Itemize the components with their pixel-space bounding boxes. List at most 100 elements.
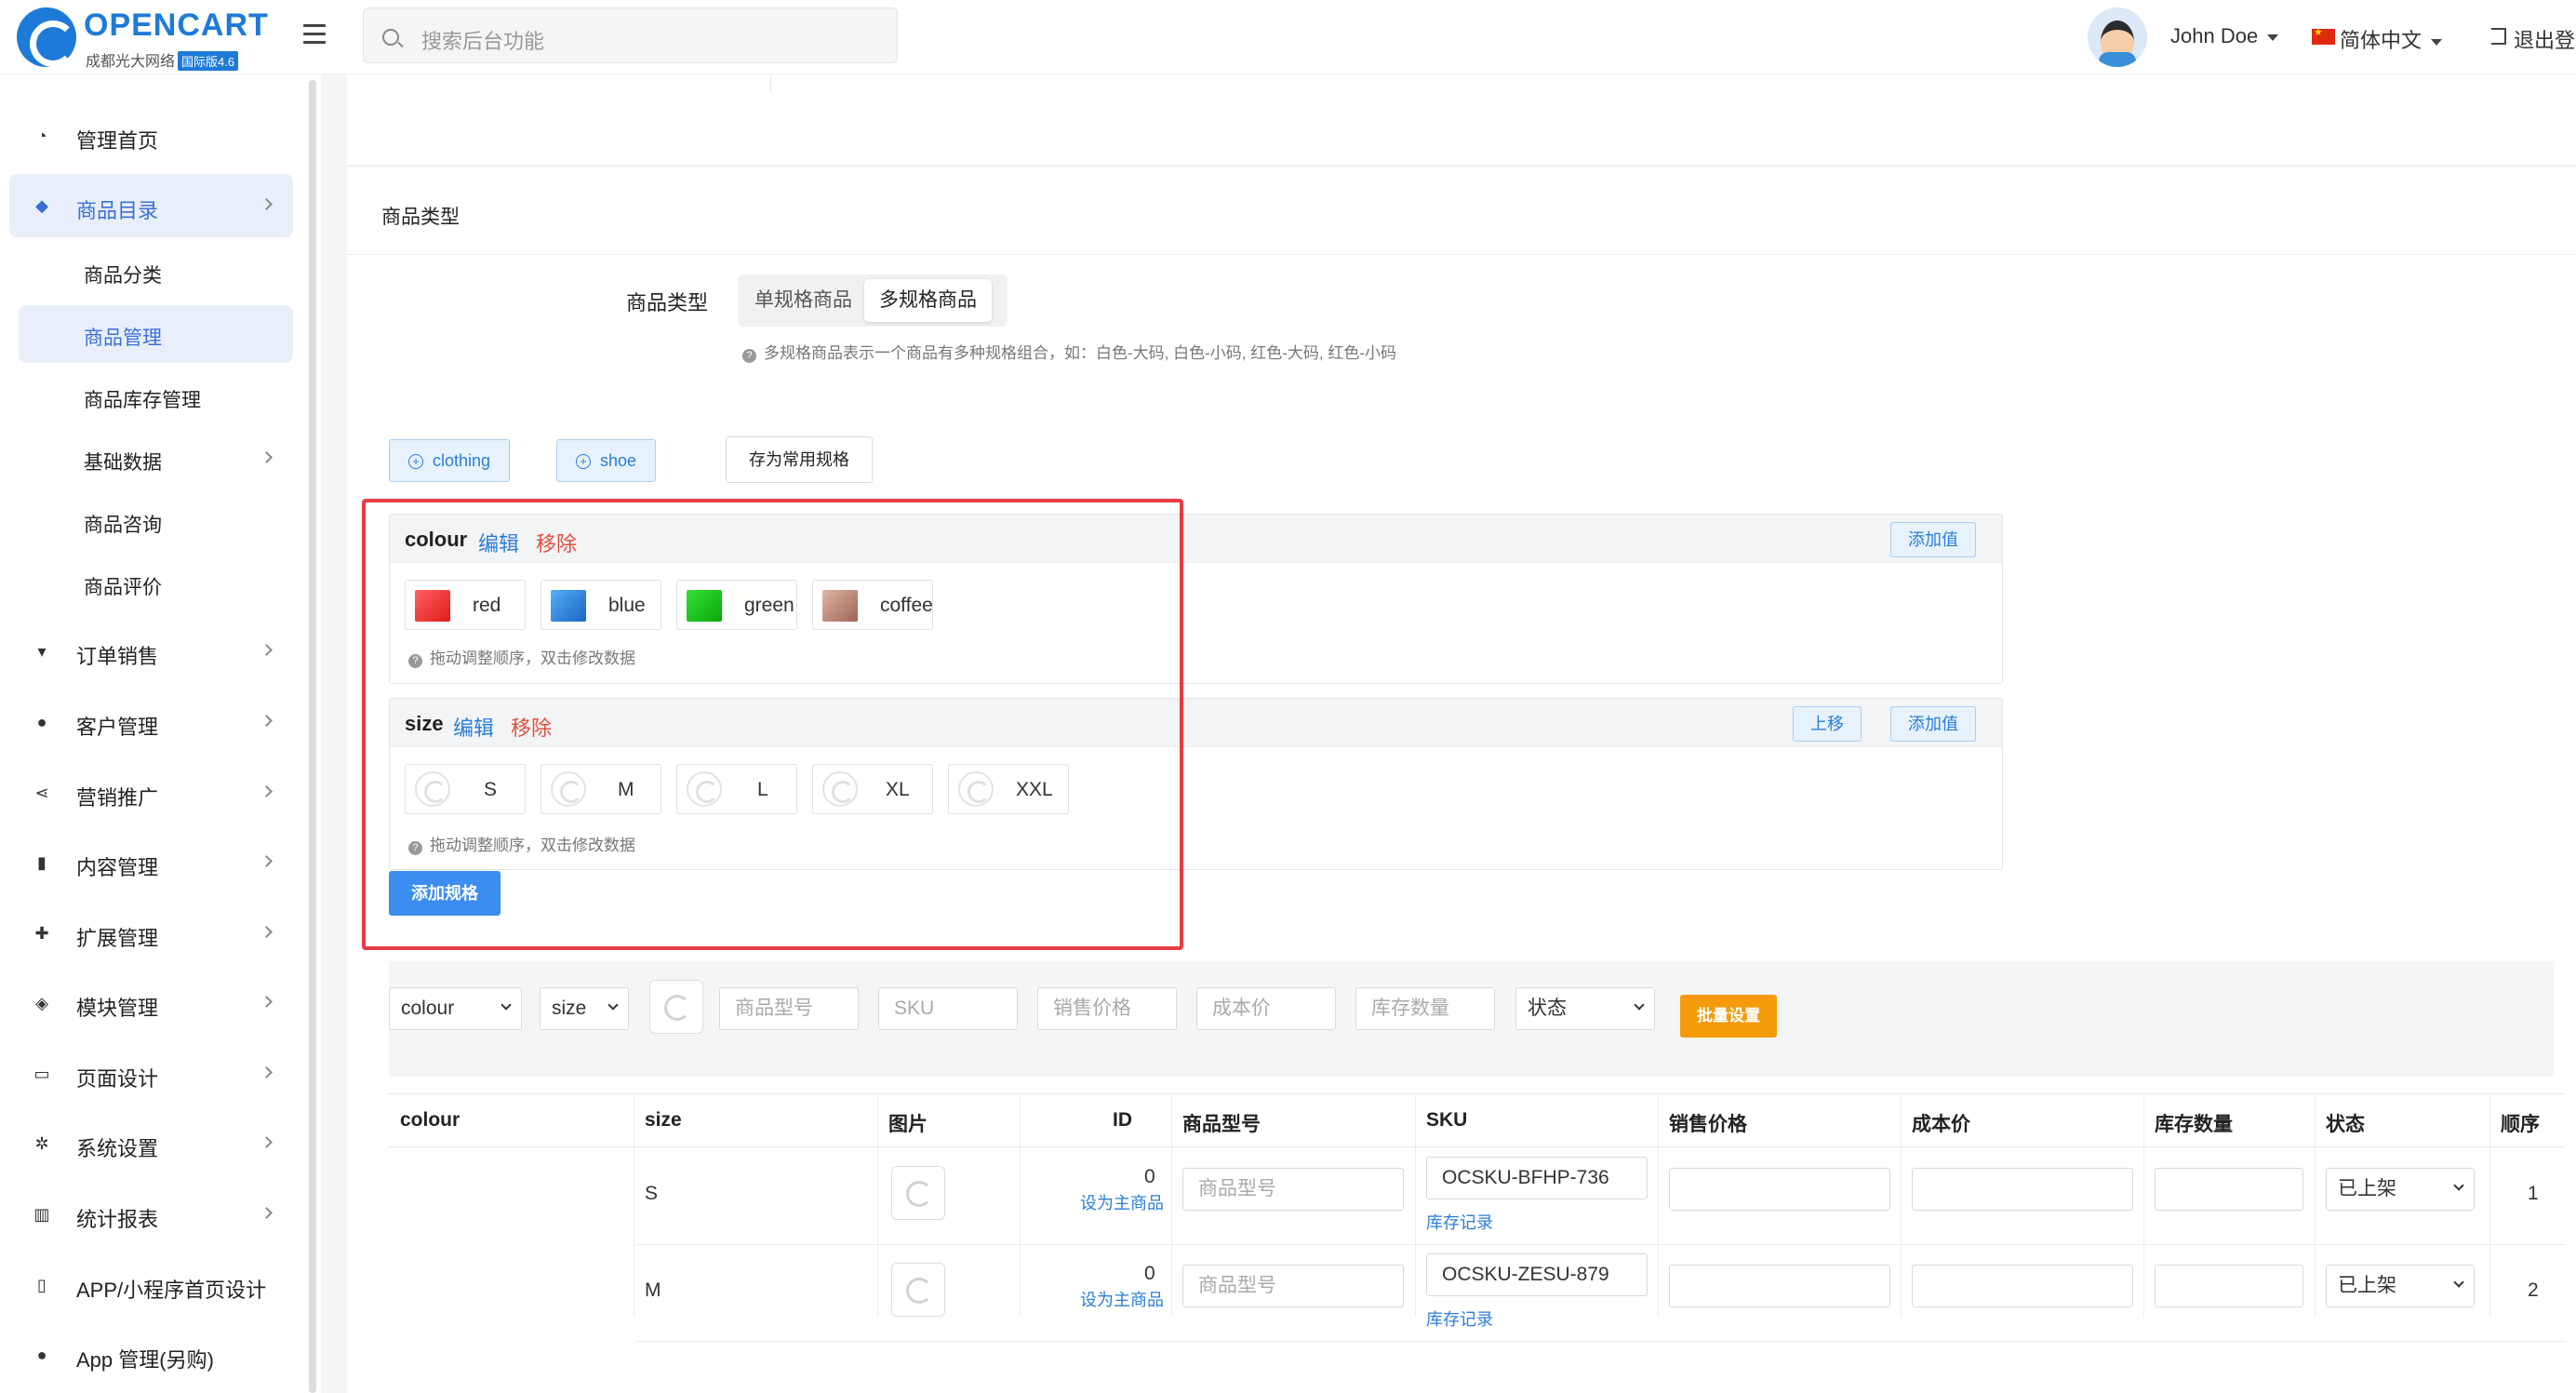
- stock-log-link[interactable]: 库存记录: [1426, 1210, 1493, 1234]
- row-cost-input[interactable]: [1912, 1168, 2133, 1211]
- opencart-logo[interactable]: OPENCART 成都光大网络 国际版4.6: [17, 6, 268, 71]
- batch-cost-input[interactable]: 成本价: [1196, 987, 1336, 1030]
- avatar[interactable]: [2088, 7, 2147, 67]
- sidebar-subitem-inquiries[interactable]: 商品咨询: [19, 492, 293, 550]
- chevron-down-icon: [2453, 1180, 2464, 1191]
- logout-icon: [2491, 28, 2506, 45]
- sidebar-subitem-category[interactable]: 商品分类: [19, 243, 293, 301]
- sidebar-item-label: 营销推广: [76, 786, 159, 810]
- row-model-input[interactable]: 商品型号: [1182, 1168, 1404, 1211]
- add-value-button[interactable]: 添加值: [1890, 706, 1976, 742]
- sidebar-subitem-label: 商品咨询: [84, 515, 162, 536]
- chevron-right-icon: [260, 1066, 273, 1078]
- col-model: 商品型号: [1182, 1114, 1261, 1135]
- row-price-input[interactable]: [1669, 1168, 1890, 1211]
- sidebar-item-marketing[interactable]: ⋖ 营销推广: [9, 761, 293, 824]
- sidebar-item-reports[interactable]: ▥ 统计报表: [9, 1183, 293, 1246]
- template-clothing-button[interactable]: + clothing: [389, 439, 511, 482]
- col-colour: colour: [400, 1109, 460, 1131]
- batch-model-input[interactable]: 商品型号: [719, 987, 859, 1030]
- batch-stock-input[interactable]: 库存数量: [1355, 987, 1495, 1030]
- col-status: 状态: [2326, 1114, 2365, 1135]
- sidebar-item-label: 系统设置: [76, 1137, 159, 1160]
- sidebar-item-customers[interactable]: ● 客户管理: [9, 690, 293, 754]
- sidebar-item-label: 客户管理: [76, 716, 159, 739]
- menu-toggle-icon[interactable]: [303, 24, 326, 45]
- sidebar-item-orders[interactable]: ▾ 订单销售: [9, 620, 293, 683]
- row-status-select[interactable]: 已上架: [2326, 1265, 2475, 1307]
- chevron-right-icon: [260, 644, 273, 656]
- sidebar-item-label: 模块管理: [76, 997, 159, 1020]
- row-image-picker[interactable]: [891, 1263, 945, 1317]
- sidebar-item-settings[interactable]: ✲ 系统设置: [9, 1112, 293, 1175]
- sidebar-subitem-reviews[interactable]: 商品评价: [19, 555, 293, 612]
- logout-link[interactable]: 退出登: [2514, 24, 2575, 54]
- chevron-right-icon: [260, 996, 273, 1008]
- sidebar-item-design[interactable]: ▭ 页面设计: [9, 1042, 293, 1105]
- batch-sku-input[interactable]: SKU: [878, 987, 1018, 1030]
- batch-price-input[interactable]: 销售价格: [1037, 987, 1177, 1030]
- move-up-button[interactable]: 上移: [1793, 706, 1862, 742]
- highlight-frame: [362, 499, 1183, 950]
- batch-image-picker[interactable]: [649, 980, 703, 1034]
- main-content: 商品类型 商品类型 单规格商品 多规格商品 ? 多规格商品表示一个商品有多种规格组…: [321, 74, 2576, 1393]
- row-status-select[interactable]: 已上架: [2326, 1168, 2475, 1211]
- search-input[interactable]: 搜索后台功能: [363, 7, 898, 63]
- sidebar-subitem-label: 商品分类: [84, 265, 162, 287]
- row-price-input[interactable]: [1669, 1265, 1890, 1307]
- desktop-icon: ▭: [33, 1065, 50, 1083]
- row-cost-input[interactable]: [1912, 1265, 2133, 1307]
- template-shoe-button[interactable]: + shoe: [556, 439, 657, 482]
- tag-icon: ◆: [35, 196, 48, 215]
- caret-down-icon: [2431, 38, 2443, 46]
- row-sku-input[interactable]: OCSKU-ZESU-879: [1426, 1253, 1648, 1296]
- sidebar-item-app-design[interactable]: ▯ APP/小程序首页设计: [9, 1253, 293, 1317]
- china-flag-icon: [2312, 26, 2335, 45]
- row-model-input[interactable]: 商品型号: [1182, 1265, 1404, 1307]
- sidebar-subitem-inventory[interactable]: 商品库存管理: [19, 368, 293, 425]
- sidebar-item-dashboard[interactable]: ◔ 管理首页: [9, 104, 293, 167]
- sidebar-subitem-products[interactable]: 商品管理: [19, 305, 293, 363]
- sidebar-scrollbar[interactable]: [309, 80, 316, 1393]
- row-stock-input[interactable]: [2155, 1168, 2303, 1211]
- sidebar-item-label: APP/小程序首页设计: [76, 1279, 267, 1302]
- opencart-logo-icon: [17, 7, 76, 67]
- sidebar-item-label: 内容管理: [76, 856, 159, 879]
- single-spec-option[interactable]: 单规格商品: [740, 279, 867, 322]
- language-menu[interactable]: 简体中文: [2340, 24, 2443, 54]
- stock-log-link[interactable]: 库存记录: [1426, 1306, 1493, 1331]
- chevron-down-icon: [1634, 999, 1645, 1011]
- batch-size-select[interactable]: size: [540, 987, 629, 1030]
- sidebar-item-label: 管理首页: [76, 129, 159, 153]
- sidebar-item-modules[interactable]: ◈ 模块管理: [9, 971, 293, 1035]
- sidebar-item-extensions[interactable]: ✚ 扩展管理: [9, 902, 293, 965]
- batch-colour-select[interactable]: colour: [389, 987, 522, 1030]
- variants-table: colour size 图片 ID 商品型号 SKU 销售价格 成本价 库存数量…: [389, 1093, 2566, 1342]
- sidebar-item-app-management[interactable]: ● App 管理(另购): [9, 1323, 293, 1386]
- multi-spec-option[interactable]: 多规格商品: [864, 279, 992, 322]
- sidebar-item-content[interactable]: ▮ 内容管理: [9, 831, 293, 894]
- sidebar-item-label: 商品目录: [76, 199, 159, 222]
- chevron-right-icon: [260, 855, 273, 867]
- set-master-link[interactable]: 设为主商品: [1080, 1190, 1164, 1214]
- sidebar-subitem-label: 商品评价: [84, 577, 162, 598]
- row-id: 0: [1144, 1166, 1155, 1187]
- chevron-right-icon: [260, 785, 273, 797]
- sidebar-subitem-basic-data[interactable]: 基础数据: [19, 430, 293, 488]
- save-template-button[interactable]: 存为常用规格: [726, 436, 873, 483]
- row-image-picker[interactable]: [891, 1166, 945, 1220]
- col-price: 销售价格: [1669, 1114, 1747, 1135]
- sidebar-item-catalog[interactable]: ◆ 商品目录: [9, 174, 293, 237]
- product-type-hint: ? 多规格商品表示一个商品有多种规格组合，如：白色-大码, 白色-小码, 红色-大…: [742, 340, 1396, 363]
- batch-apply-button[interactable]: 批量设置: [1680, 995, 1777, 1038]
- add-value-button[interactable]: 添加值: [1890, 522, 1976, 557]
- col-id: ID: [1113, 1109, 1132, 1131]
- previous-card: [347, 74, 2576, 166]
- row-stock-input[interactable]: [2155, 1265, 2303, 1307]
- row-sku-input[interactable]: OCSKU-BFHP-736: [1426, 1157, 1648, 1199]
- user-menu[interactable]: John Doe: [2170, 24, 2279, 48]
- batch-status-select[interactable]: 状态: [1515, 987, 1655, 1030]
- sidebar-item-label: 扩展管理: [76, 927, 159, 950]
- set-master-link[interactable]: 设为主商品: [1080, 1287, 1164, 1311]
- chevron-right-icon: [260, 198, 273, 210]
